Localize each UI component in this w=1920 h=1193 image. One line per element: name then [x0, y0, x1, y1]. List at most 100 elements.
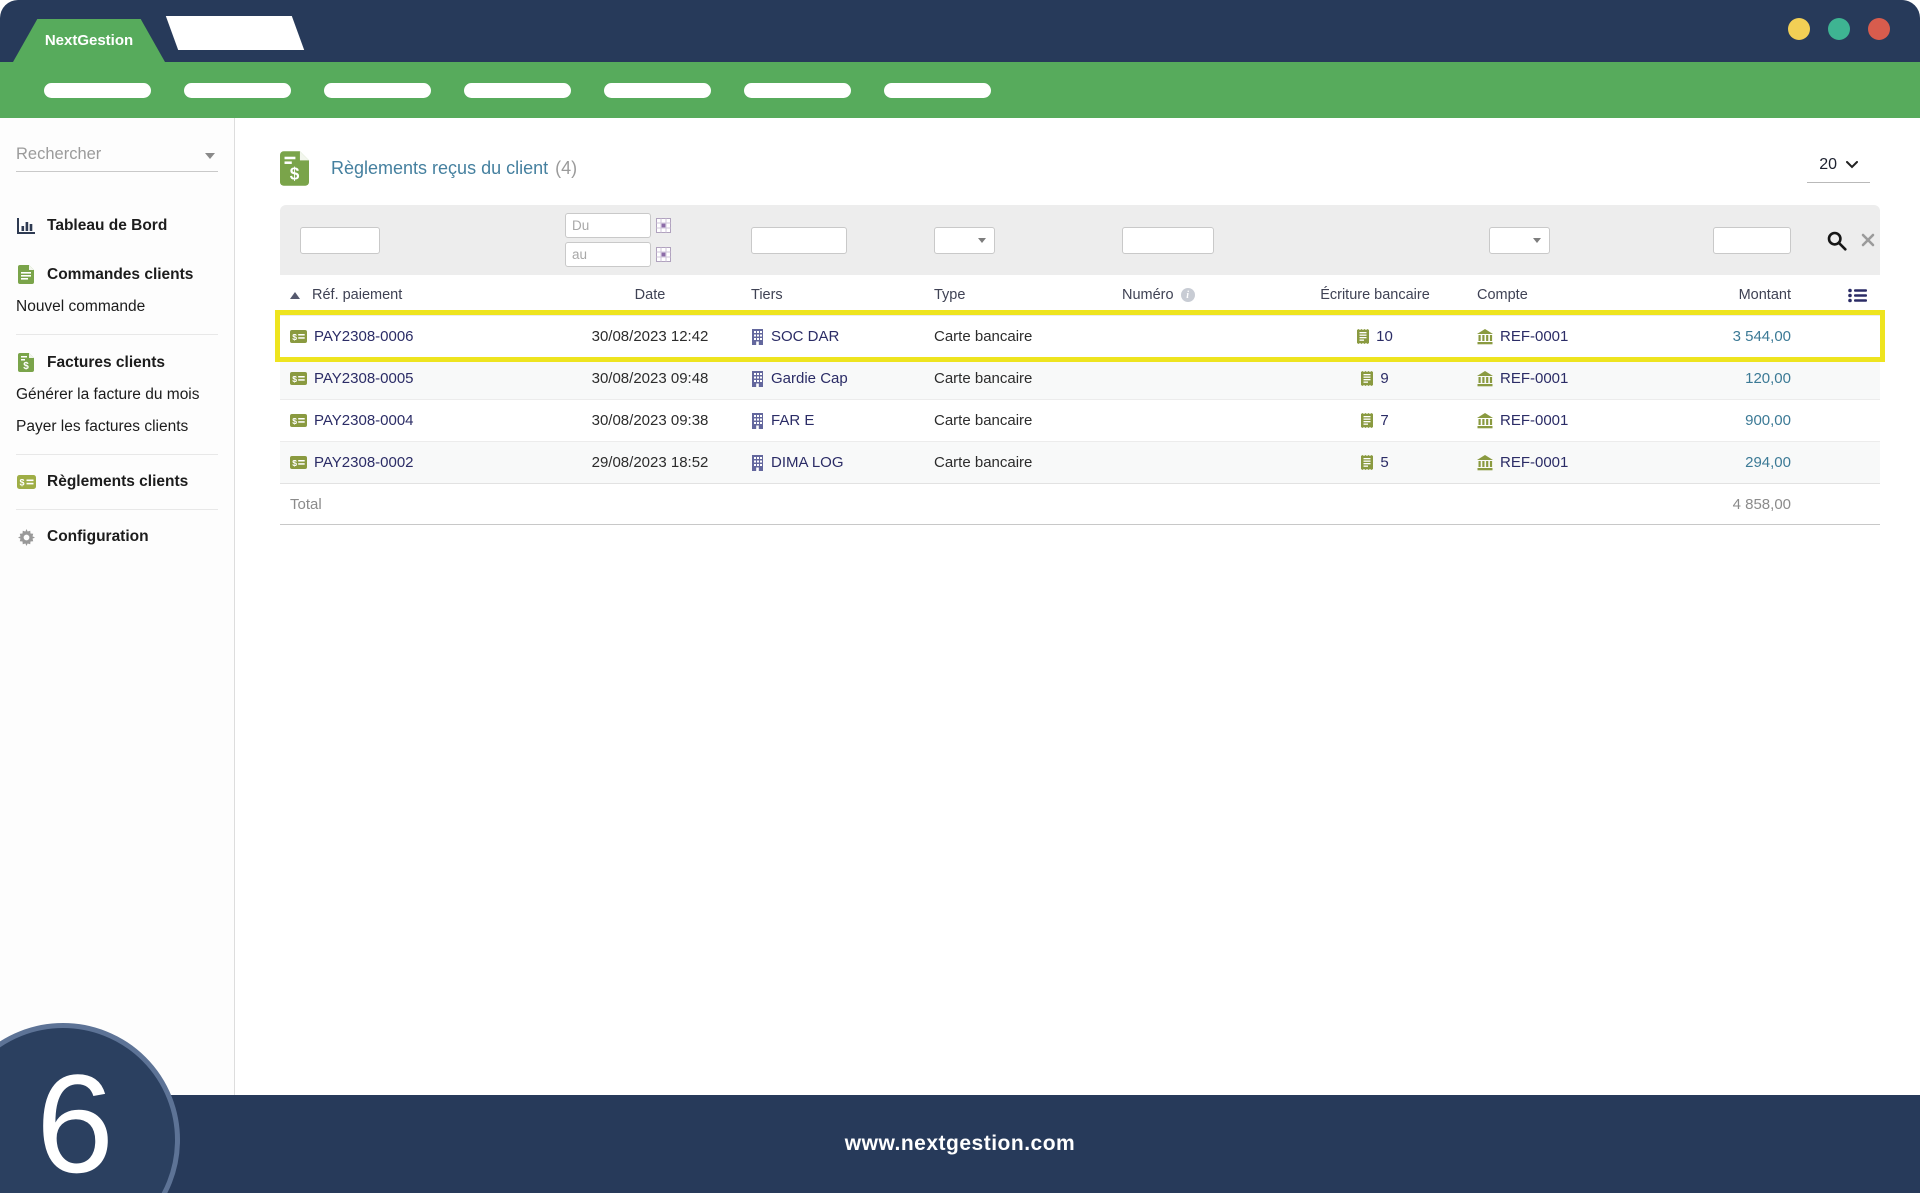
header-date[interactable]: Date: [555, 275, 745, 315]
header-type[interactable]: Type: [930, 275, 1110, 315]
search-icon[interactable]: [1826, 230, 1847, 251]
sidebar-item-label: Tableau de Bord: [47, 217, 168, 234]
filter-compte-select[interactable]: [1489, 226, 1550, 254]
filter-numero-input[interactable]: [1122, 226, 1214, 254]
svg-text:$: $: [292, 458, 297, 468]
window-dot-red[interactable]: [1868, 18, 1890, 40]
filter-ref-input[interactable]: [300, 226, 380, 254]
header-numero[interactable]: Numéro i: [1110, 275, 1275, 315]
brand-tab[interactable]: NextGestion: [13, 19, 165, 62]
tiers-link[interactable]: FAR E: [771, 412, 814, 429]
filter-montant-input[interactable]: [1713, 226, 1791, 254]
svg-text:$: $: [19, 478, 24, 488]
sidebar-item-tableau-de-bord[interactable]: Tableau de Bord: [16, 210, 218, 242]
bank-icon: [1477, 412, 1493, 429]
receipt-icon: [1361, 371, 1374, 386]
step-number: 6: [36, 1045, 114, 1193]
document-icon: [16, 265, 36, 284]
bar-chart-icon: [16, 218, 36, 234]
window-dot-teal[interactable]: [1828, 18, 1850, 40]
payment-ref-link[interactable]: PAY2308-0002: [314, 454, 414, 471]
ecriture-link[interactable]: 7: [1380, 412, 1388, 429]
menu-item-placeholder-2[interactable]: [184, 82, 291, 98]
table-header-row: Réf. paiement Date Tiers Type Numéro i É…: [280, 275, 1880, 315]
receipt-icon: [1357, 329, 1370, 344]
invoice-icon: $: [16, 353, 36, 372]
filter-tiers-input[interactable]: [751, 226, 847, 254]
building-icon: [751, 328, 764, 345]
sidebar-item-factures-clients[interactable]: $ Factures clients: [16, 346, 218, 379]
menu-item-placeholder-7[interactable]: [884, 82, 991, 98]
window-dot-yellow[interactable]: [1788, 18, 1810, 40]
sidebar-search: [16, 145, 218, 172]
total-label: Total: [290, 495, 322, 513]
header-montant[interactable]: Montant: [1700, 275, 1835, 315]
table-row[interactable]: $ PAY2308-0005 30/08/2023 09:48 Gardie C…: [280, 357, 1880, 399]
menu-item-placeholder-4[interactable]: [464, 82, 571, 98]
bank-icon: [1477, 454, 1493, 471]
sidebar-item-label: Commandes clients: [47, 265, 194, 283]
menu-item-placeholder-1[interactable]: [44, 82, 151, 98]
footer-bar: www.nextgestion.com: [0, 1095, 1920, 1193]
search-input[interactable]: [16, 145, 218, 164]
header-ecriture[interactable]: Écriture bancaire: [1275, 275, 1475, 315]
active-tab-placeholder[interactable]: [165, 16, 305, 50]
menu-item-placeholder-5[interactable]: [604, 82, 711, 98]
payments-table: Réf. paiement Date Tiers Type Numéro i É…: [275, 205, 1885, 525]
ecriture-link[interactable]: 5: [1380, 454, 1388, 471]
title-row: $ Règlements reçus du client (4) 20: [280, 151, 1880, 186]
clear-filters-icon[interactable]: [1860, 232, 1876, 248]
tiers-link[interactable]: SOC DAR: [771, 328, 839, 345]
tiers-link[interactable]: DIMA LOG: [771, 454, 844, 471]
calendar-icon[interactable]: [656, 218, 671, 233]
receipt-icon: [1361, 413, 1374, 428]
sidebar-item-generer-facture[interactable]: Générer la facture du mois: [16, 379, 218, 411]
info-icon: i: [1180, 288, 1195, 302]
compte-link[interactable]: REF-0001: [1500, 454, 1568, 471]
header-ref[interactable]: Réf. paiement: [280, 275, 555, 315]
sidebar-item-payer-factures[interactable]: Payer les factures clients: [16, 411, 218, 443]
sidebar-item-reglements-clients[interactable]: $ Règlements clients: [16, 466, 218, 498]
menu-item-placeholder-6[interactable]: [744, 82, 851, 98]
table-row[interactable]: $ PAY2308-0004 30/08/2023 09:38 FAR E Ca…: [280, 399, 1880, 441]
ecriture-link[interactable]: 10: [1376, 328, 1393, 345]
sidebar-item-configuration[interactable]: Configuration: [16, 521, 218, 553]
chevron-down-icon[interactable]: [205, 153, 215, 159]
payment-montant: 294,00: [1745, 454, 1791, 471]
app-window: NextGestion Rechercher Tableau de Bord C…: [0, 0, 1920, 1193]
payments-document-icon: $: [280, 151, 309, 186]
payment-ref-link[interactable]: PAY2308-0006: [314, 328, 414, 345]
total-value: 4 858,00: [1732, 495, 1791, 513]
filter-date-from-input[interactable]: [565, 213, 651, 238]
header-compte[interactable]: Compte: [1475, 275, 1700, 315]
payment-card-icon: $: [290, 414, 307, 427]
chevron-down-icon: [1846, 161, 1858, 169]
payment-numero: [1110, 442, 1275, 483]
payment-ref-link[interactable]: PAY2308-0004: [314, 412, 414, 429]
compte-link[interactable]: REF-0001: [1500, 412, 1568, 429]
compte-link[interactable]: REF-0001: [1500, 370, 1568, 387]
column-selector-icon[interactable]: [1835, 275, 1880, 315]
sidebar-item-label: Règlements clients: [47, 473, 189, 490]
header-tiers[interactable]: Tiers: [745, 275, 930, 315]
sidebar-divider: [16, 454, 218, 455]
filter-date-to-input[interactable]: [565, 242, 651, 267]
payment-type: Carte bancaire: [934, 412, 1033, 429]
compte-link[interactable]: REF-0001: [1500, 328, 1568, 345]
payment-ref-link[interactable]: PAY2308-0005: [314, 370, 414, 387]
ecriture-link[interactable]: 9: [1380, 370, 1388, 387]
sidebar-item-commandes-clients[interactable]: Commandes clients: [16, 258, 218, 291]
tiers-link[interactable]: Gardie Cap: [771, 370, 848, 387]
table-row[interactable]: $ PAY2308-0002 29/08/2023 18:52 DIMA LOG…: [280, 441, 1880, 483]
filter-type-select[interactable]: [934, 226, 995, 254]
table-row[interactable]: $ PAY2308-0006 30/08/2023 12:42 SOC DAR …: [275, 310, 1885, 362]
sidebar-item-nouvel-commande[interactable]: Nouvel commande: [16, 291, 218, 323]
calendar-icon[interactable]: [656, 247, 671, 262]
building-icon: [751, 454, 764, 471]
sidebar-divider: [16, 334, 218, 335]
menu-item-placeholder-3[interactable]: [324, 82, 431, 98]
page-size-select[interactable]: 20: [1807, 154, 1870, 183]
svg-text:$: $: [292, 416, 297, 426]
receipt-icon: [1361, 455, 1374, 470]
sidebar-item-label: Factures clients: [47, 353, 166, 371]
